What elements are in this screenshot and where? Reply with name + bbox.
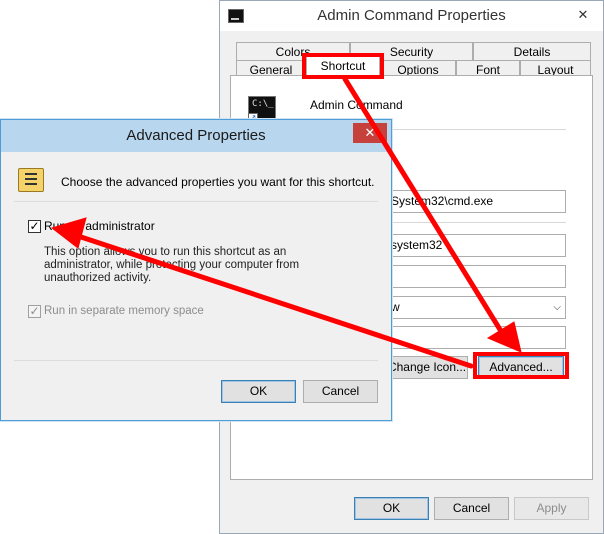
comment-field[interactable] <box>386 326 566 349</box>
apply-button[interactable]: Apply <box>514 497 589 520</box>
tab-details[interactable]: Details <box>473 42 591 61</box>
shortcut-name-label: Admin Command <box>310 98 403 112</box>
shortcut-tab-highlight <box>302 53 384 79</box>
advanced-button-highlight <box>473 352 569 379</box>
dropdown-chevron-icon: ⌵ <box>553 302 561 313</box>
separate-memory-label: Run in separate memory space <box>44 305 204 317</box>
close-icon[interactable]: ✕ <box>353 123 387 143</box>
advanced-dialog-title: Advanced Properties <box>126 127 266 144</box>
divider <box>14 201 378 202</box>
advanced-intro-text: Choose the advanced properties you want … <box>61 175 375 189</box>
properties-document-icon <box>18 168 44 192</box>
advanced-ok-button[interactable]: OK <box>221 380 296 403</box>
divider <box>386 222 566 223</box>
divider <box>14 360 378 361</box>
shortcut-key-field[interactable] <box>386 265 566 288</box>
main-window-title: Admin Command Properties <box>317 7 506 24</box>
close-icon[interactable]: ✕ <box>568 5 598 25</box>
separate-memory-checkbox[interactable]: ✓ <box>28 305 41 318</box>
start-in-field[interactable]: system32 <box>386 234 566 257</box>
advanced-cancel-button[interactable]: Cancel <box>303 380 378 403</box>
run-as-admin-description: This option allows you to run this short… <box>44 246 300 284</box>
ok-button[interactable]: OK <box>354 497 429 520</box>
run-select[interactable]: w ⌵ <box>386 296 566 319</box>
target-field[interactable]: System32\cmd.exe <box>386 190 566 213</box>
change-icon-button[interactable]: Change Icon... <box>386 356 468 379</box>
advanced-titlebar[interactable]: Advanced Properties ✕ <box>1 120 391 152</box>
run-as-admin-checkbox[interactable]: ✓ <box>28 220 41 233</box>
main-titlebar[interactable]: Admin Command Properties ✕ <box>220 1 603 31</box>
cancel-button[interactable]: Cancel <box>434 497 509 520</box>
run-as-admin-label[interactable]: Run as administrator <box>44 219 155 233</box>
run-select-value: w <box>391 300 400 314</box>
